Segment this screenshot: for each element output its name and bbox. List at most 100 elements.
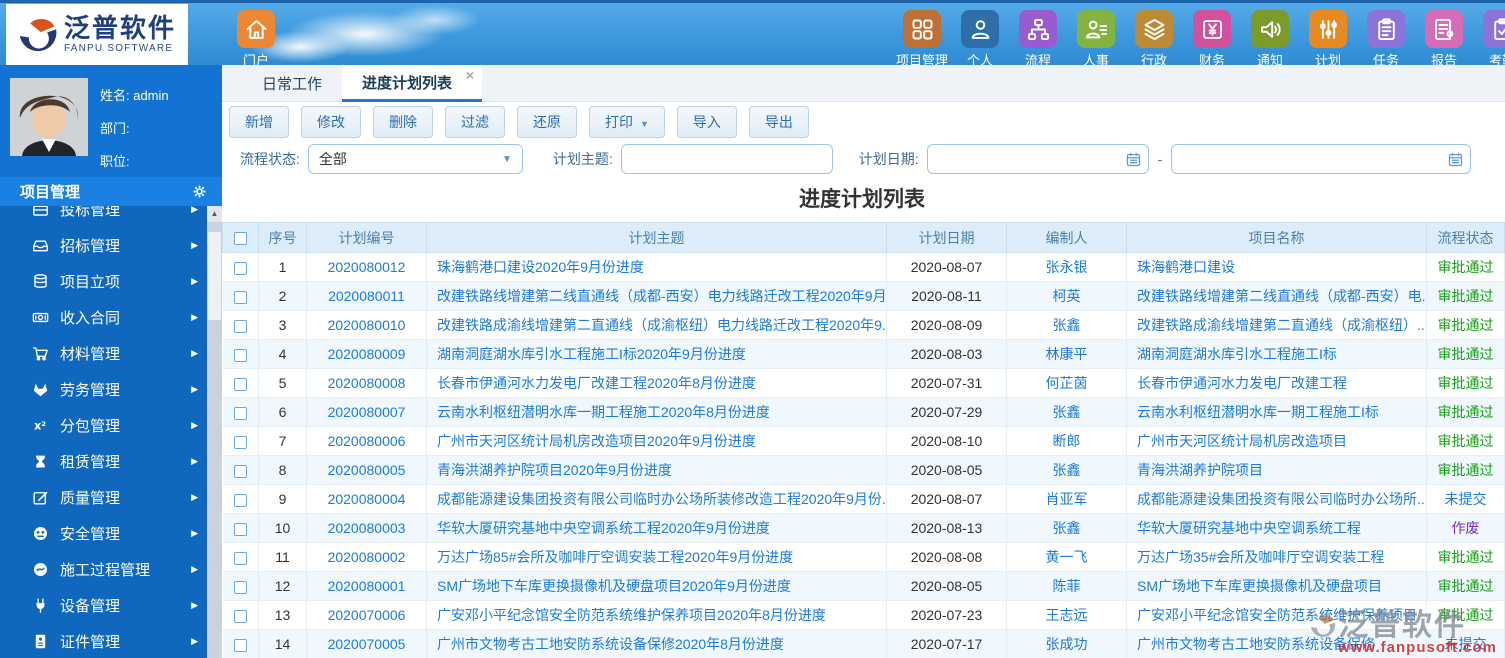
author-link[interactable]: 肖亚军 bbox=[1046, 491, 1088, 507]
plan-topic-link[interactable]: 云南水利枢纽潜明水库一期工程施工2020年8月份进度 bbox=[437, 404, 770, 420]
author-link[interactable]: 林康平 bbox=[1046, 346, 1088, 362]
scrollbar-thumb[interactable] bbox=[208, 232, 221, 320]
plan-topic-link[interactable]: 长春市伊通河水力发电厂改建工程2020年8月份进度 bbox=[437, 375, 756, 391]
row-checkbox[interactable] bbox=[233, 609, 247, 623]
sidebar-item-equipment-management[interactable]: 设备管理 ▶ bbox=[0, 587, 222, 623]
plan-code-link[interactable]: 2020080011 bbox=[328, 288, 405, 304]
project-name-link[interactable]: 青海洪湖养护院项目 bbox=[1137, 462, 1263, 478]
row-checkbox[interactable] bbox=[233, 580, 247, 594]
plan-code-link[interactable]: 2020080005 bbox=[328, 462, 406, 478]
sidebar-item-material-management[interactable]: 材料管理 ▶ bbox=[0, 335, 222, 371]
calendar-icon[interactable] bbox=[1447, 151, 1464, 168]
project-name-link[interactable]: SM广场地下车库更换摄像机及硬盘项目 bbox=[1137, 578, 1382, 594]
close-icon[interactable]: × bbox=[466, 67, 474, 83]
project-name-link[interactable]: 广州市天河区统计局机房改造项目 bbox=[1137, 433, 1347, 449]
row-checkbox[interactable] bbox=[233, 522, 247, 536]
filter-button[interactable]: 过滤 bbox=[445, 106, 505, 138]
sidebar-item-bid-management[interactable]: 投标管理 ▶ bbox=[0, 206, 222, 227]
plan-topic-link[interactable]: 青海洪湖养护院项目2020年9月份进度 bbox=[437, 462, 672, 478]
date-to-input[interactable] bbox=[1172, 144, 1471, 173]
reset-button[interactable]: 还原 bbox=[517, 106, 577, 138]
plan-code-link[interactable]: 2020080004 bbox=[328, 491, 406, 507]
plan-code-link[interactable]: 2020080009 bbox=[328, 346, 406, 362]
author-link[interactable]: 张成功 bbox=[1046, 636, 1088, 652]
plan-topic-link[interactable]: 广州市文物考古工地安防系统设备保修2020年8月份进度 bbox=[437, 636, 784, 652]
plan-code-link[interactable]: 2020080001 bbox=[328, 578, 406, 594]
module-administration[interactable]: 行政 bbox=[1125, 10, 1183, 68]
module-project-management[interactable]: 项目管理 bbox=[893, 10, 951, 68]
plan-code-link[interactable]: 2020070006 bbox=[328, 607, 406, 623]
plan-topic-link[interactable]: 广安邓小平纪念馆安全防范系统维护保养项目2020年8月份进度 bbox=[437, 607, 826, 623]
plan-code-link[interactable]: 2020080002 bbox=[328, 549, 406, 565]
project-name-link[interactable]: 成都能源建设集团投资有限公司临时办公场所... bbox=[1137, 491, 1426, 507]
sidebar-item-safety-management[interactable]: 安全管理 ▶ bbox=[0, 515, 222, 551]
row-checkbox[interactable] bbox=[233, 638, 247, 652]
plan-topic-link[interactable]: 湖南洞庭湖水库引水工程施工I标2020年9月份进度 bbox=[437, 346, 746, 362]
sidebar-item-tender-management[interactable]: 招标管理 ▶ bbox=[0, 227, 222, 263]
plan-code-link[interactable]: 2020080008 bbox=[328, 375, 406, 391]
sidebar-item-labor-management[interactable]: 劳务管理 ▶ bbox=[0, 371, 222, 407]
row-checkbox[interactable] bbox=[233, 493, 247, 507]
plan-topic-link[interactable]: 珠海鹤港口建设2020年9月份进度 bbox=[437, 259, 644, 275]
row-checkbox[interactable] bbox=[233, 406, 247, 420]
print-button[interactable]: 打印 ▼ bbox=[589, 106, 665, 138]
author-link[interactable]: 柯英 bbox=[1053, 288, 1081, 304]
sidebar-item-lease-management[interactable]: 租赁管理 ▶ bbox=[0, 443, 222, 479]
select-all-checkbox[interactable] bbox=[234, 232, 247, 246]
plan-code-link[interactable]: 2020080006 bbox=[328, 433, 406, 449]
author-link[interactable]: 何芷茵 bbox=[1046, 375, 1088, 391]
topic-input[interactable] bbox=[621, 144, 832, 173]
plan-code-link[interactable]: 2020070005 bbox=[328, 636, 406, 652]
sidebar-item-project-initiation[interactable]: 项目立项 ▶ bbox=[0, 263, 222, 299]
plan-topic-link[interactable]: SM广场地下车库更换摄像机及硬盘项目2020年9月份进度 bbox=[437, 578, 791, 594]
row-checkbox[interactable] bbox=[233, 377, 247, 391]
project-name-link[interactable]: 广州市文物考古工地安防系统设备保修 bbox=[1137, 636, 1375, 652]
module-workflow[interactable]: 流程 bbox=[1009, 10, 1067, 68]
author-link[interactable]: 张鑫 bbox=[1053, 404, 1081, 420]
author-link[interactable]: 王志远 bbox=[1046, 607, 1088, 623]
author-link[interactable]: 断郎 bbox=[1053, 433, 1081, 449]
project-name-link[interactable]: 广安邓小平纪念馆安全防范系统维护保养项目 bbox=[1137, 607, 1417, 623]
tab-daily-work[interactable]: 日常工作 bbox=[242, 65, 342, 102]
row-checkbox[interactable] bbox=[233, 435, 247, 449]
sidebar-item-quality-management[interactable]: 质量管理 ▶ bbox=[0, 479, 222, 515]
sidebar-item-construction-process-management[interactable]: 施工过程管理 ▶ bbox=[0, 551, 222, 587]
author-link[interactable]: 张鑫 bbox=[1053, 462, 1081, 478]
scroll-up-icon[interactable]: ▲ bbox=[207, 206, 222, 222]
module-task[interactable]: 任务 bbox=[1357, 10, 1415, 68]
delete-button[interactable]: 删除 bbox=[373, 106, 433, 138]
plan-topic-link[interactable]: 万达广场85#会所及咖啡厅空调安装工程2020年9月份进度 bbox=[437, 549, 793, 565]
status-select[interactable]: 全部 ▼ bbox=[307, 143, 523, 174]
gear-icon[interactable] bbox=[191, 183, 208, 200]
row-checkbox[interactable] bbox=[233, 464, 247, 478]
tab-progress-plan-list[interactable]: 进度计划列表 × bbox=[342, 65, 483, 102]
row-checkbox[interactable] bbox=[233, 290, 247, 304]
module-notice[interactable]: 通知 bbox=[1241, 10, 1299, 68]
plan-topic-link[interactable]: 广州市天河区统计局机房改造项目2020年9月份进度 bbox=[437, 433, 756, 449]
project-name-link[interactable]: 长春市伊通河水力发电厂改建工程 bbox=[1137, 375, 1347, 391]
sidebar-item-income-contract[interactable]: 收入合同 ▶ bbox=[0, 299, 222, 335]
author-link[interactable]: 张永银 bbox=[1046, 259, 1088, 275]
module-plan[interactable]: 计划 bbox=[1299, 10, 1357, 68]
edit-button[interactable]: 修改 bbox=[301, 106, 361, 138]
plan-code-link[interactable]: 2020080007 bbox=[328, 404, 406, 420]
import-button[interactable]: 导入 bbox=[676, 106, 737, 138]
plan-code-link[interactable]: 2020080012 bbox=[328, 259, 406, 275]
portal-nav-item[interactable]: 门户 bbox=[228, 10, 284, 69]
row-checkbox[interactable] bbox=[233, 319, 247, 333]
module-personal[interactable]: 个人 bbox=[951, 10, 1009, 68]
project-name-link[interactable]: 珠海鹤港口建设 bbox=[1137, 259, 1235, 275]
author-link[interactable]: 陈菲 bbox=[1053, 578, 1081, 594]
project-name-link[interactable]: 湖南洞庭湖水库引水工程施工I标 bbox=[1137, 346, 1337, 362]
plan-code-link[interactable]: 2020080010 bbox=[328, 317, 406, 333]
author-link[interactable]: 黄一飞 bbox=[1046, 549, 1088, 565]
plan-code-link[interactable]: 2020080003 bbox=[328, 520, 406, 536]
module-attendance[interactable]: 考勤 bbox=[1473, 10, 1505, 68]
add-button[interactable]: 新增 bbox=[229, 106, 289, 138]
project-name-link[interactable]: 万达广场35#会所及咖啡厅空调安装工程 bbox=[1137, 549, 1384, 565]
date-from-input[interactable] bbox=[927, 144, 1148, 173]
plan-topic-link[interactable]: 华软大厦研究基地中央空调系统工程2020年9月份进度 bbox=[437, 520, 770, 536]
sidebar-item-subcontract-management[interactable]: x² 分包管理 ▶ bbox=[0, 407, 222, 443]
project-name-link[interactable]: 华软大厦研究基地中央空调系统工程 bbox=[1137, 520, 1361, 536]
module-finance[interactable]: 财务 bbox=[1183, 10, 1241, 68]
